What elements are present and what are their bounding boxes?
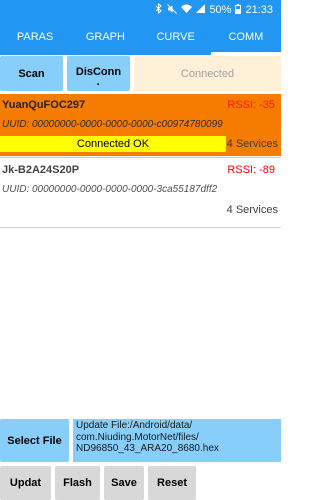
device-uuid: UUID: 00000000-0000-0000-0000-c009747800… — [2, 119, 223, 130]
disconnect-button[interactable]: DisConn · — [67, 56, 130, 91]
device-services: 4 Services — [226, 138, 278, 150]
scan-button[interactable]: Scan — [0, 56, 63, 91]
device-name: Jk-B2A24S20P — [2, 164, 80, 176]
file-path-line: Update File:/Android/data/ — [76, 420, 193, 431]
signal-icon — [196, 4, 206, 16]
status-bar: 50% 21:33 — [0, 0, 281, 19]
divider — [0, 227, 281, 228]
file-path-line: com.Niuding.MotorNet/files/ — [76, 431, 199, 443]
device-rssi: RSSI: -89 — [227, 164, 275, 176]
battery-percent: 50% — [209, 4, 232, 16]
device-services: 4 Services — [226, 204, 278, 216]
update-file-path: Update File:/Android/data/ com.Niuding.M… — [73, 419, 281, 462]
flash-button[interactable]: Flash — [55, 466, 100, 500]
device-uuid: UUID: 00000000-0000-0000-0000-3ca55187df… — [2, 184, 218, 195]
status-time: 21:33 — [245, 4, 273, 16]
connected-ok-badge: Connected OK — [0, 136, 226, 152]
dot-icon: · — [96, 79, 101, 91]
tab-bar: PARAS GRAPH CURVE COMM — [0, 19, 282, 55]
tab-graph[interactable]: GRAPH — [70, 19, 140, 55]
mute-icon — [167, 3, 178, 17]
status-icons: 50% 21:33 — [155, 2, 273, 17]
device-item-jk-b2a24s20p[interactable]: Jk-B2A24S20P RSSI: -89 UUID: 00000000-00… — [0, 158, 281, 226]
tab-paras[interactable]: PARAS — [0, 19, 70, 55]
file-path-line: ND96850_43_ARA20_8680.hex — [76, 443, 219, 454]
device-item-yuanqufoc297[interactable]: YuanQuFOC297 RSSI: -35 UUID: 00000000-00… — [0, 94, 281, 156]
tab-comm[interactable]: COMM — [210, 19, 282, 55]
connection-status: Connected — [134, 56, 281, 91]
update-button[interactable]: Updat — [0, 466, 51, 500]
tab-curve[interactable]: CURVE — [141, 19, 211, 55]
device-rssi: RSSI: -35 — [227, 99, 275, 111]
reset-button[interactable]: Reset — [148, 466, 196, 500]
select-file-button[interactable]: Select File — [0, 419, 69, 462]
wifi-icon — [181, 4, 193, 16]
bluetooth-icon — [155, 2, 163, 17]
battery-icon — [235, 3, 242, 17]
save-button[interactable]: Save — [104, 466, 144, 500]
device-name: YuanQuFOC297 — [2, 99, 86, 111]
disconnect-label: DisConn — [75, 65, 122, 78]
